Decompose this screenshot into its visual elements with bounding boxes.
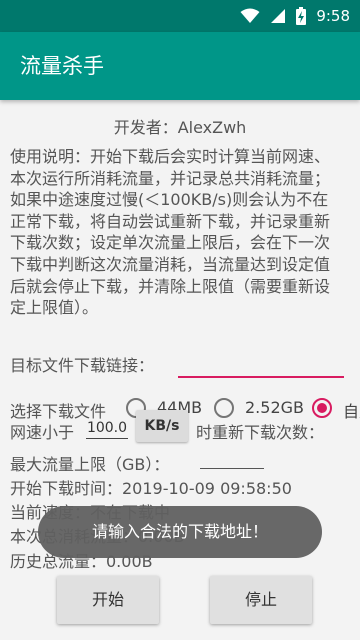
speed-threshold-label: 网速小于 (10, 423, 75, 442)
radio-252gb-label[interactable]: 2.52GB (245, 398, 304, 417)
radio-252gb[interactable] (214, 398, 234, 418)
app-title: 流量杀手 (20, 54, 104, 78)
instructions-text: 使用说明：开始下载后会实时计算当前网速、本次运行所消耗流量，并记录总共消耗流量；… (10, 147, 331, 318)
download-url-input[interactable] (178, 352, 344, 378)
battery-charging-icon (296, 7, 307, 25)
speed-threshold-input[interactable] (86, 418, 128, 439)
start-time-text: 开始下载时间：2019-10-09 09:58:50 (10, 479, 292, 498)
max-traffic-input[interactable] (200, 468, 264, 469)
toast-message: 请输入合法的下载地址！ (38, 506, 322, 558)
download-url-label: 目标文件下载链接： (10, 356, 155, 375)
radio-custom-label[interactable]: 自定 (343, 398, 360, 422)
app-bar: 流量杀手 (0, 32, 360, 100)
status-time: 9:58 (316, 7, 350, 25)
speed-unit-button[interactable]: KB/s (136, 410, 188, 442)
status-icons: 9:58 (240, 5, 350, 27)
wifi-icon (240, 8, 260, 23)
redownload-count-label: 时重新下载次数： (196, 423, 325, 442)
max-traffic-label: 最大流量上限（GB）： (10, 455, 170, 474)
start-button[interactable]: 开始 (57, 576, 159, 624)
status-bar: 9:58 (0, 0, 360, 32)
stop-button[interactable]: 停止 (210, 576, 312, 624)
signal-icon (271, 9, 286, 23)
developer-label: 开发者：AlexZwh (113, 118, 247, 137)
radio-custom[interactable] (312, 398, 332, 418)
